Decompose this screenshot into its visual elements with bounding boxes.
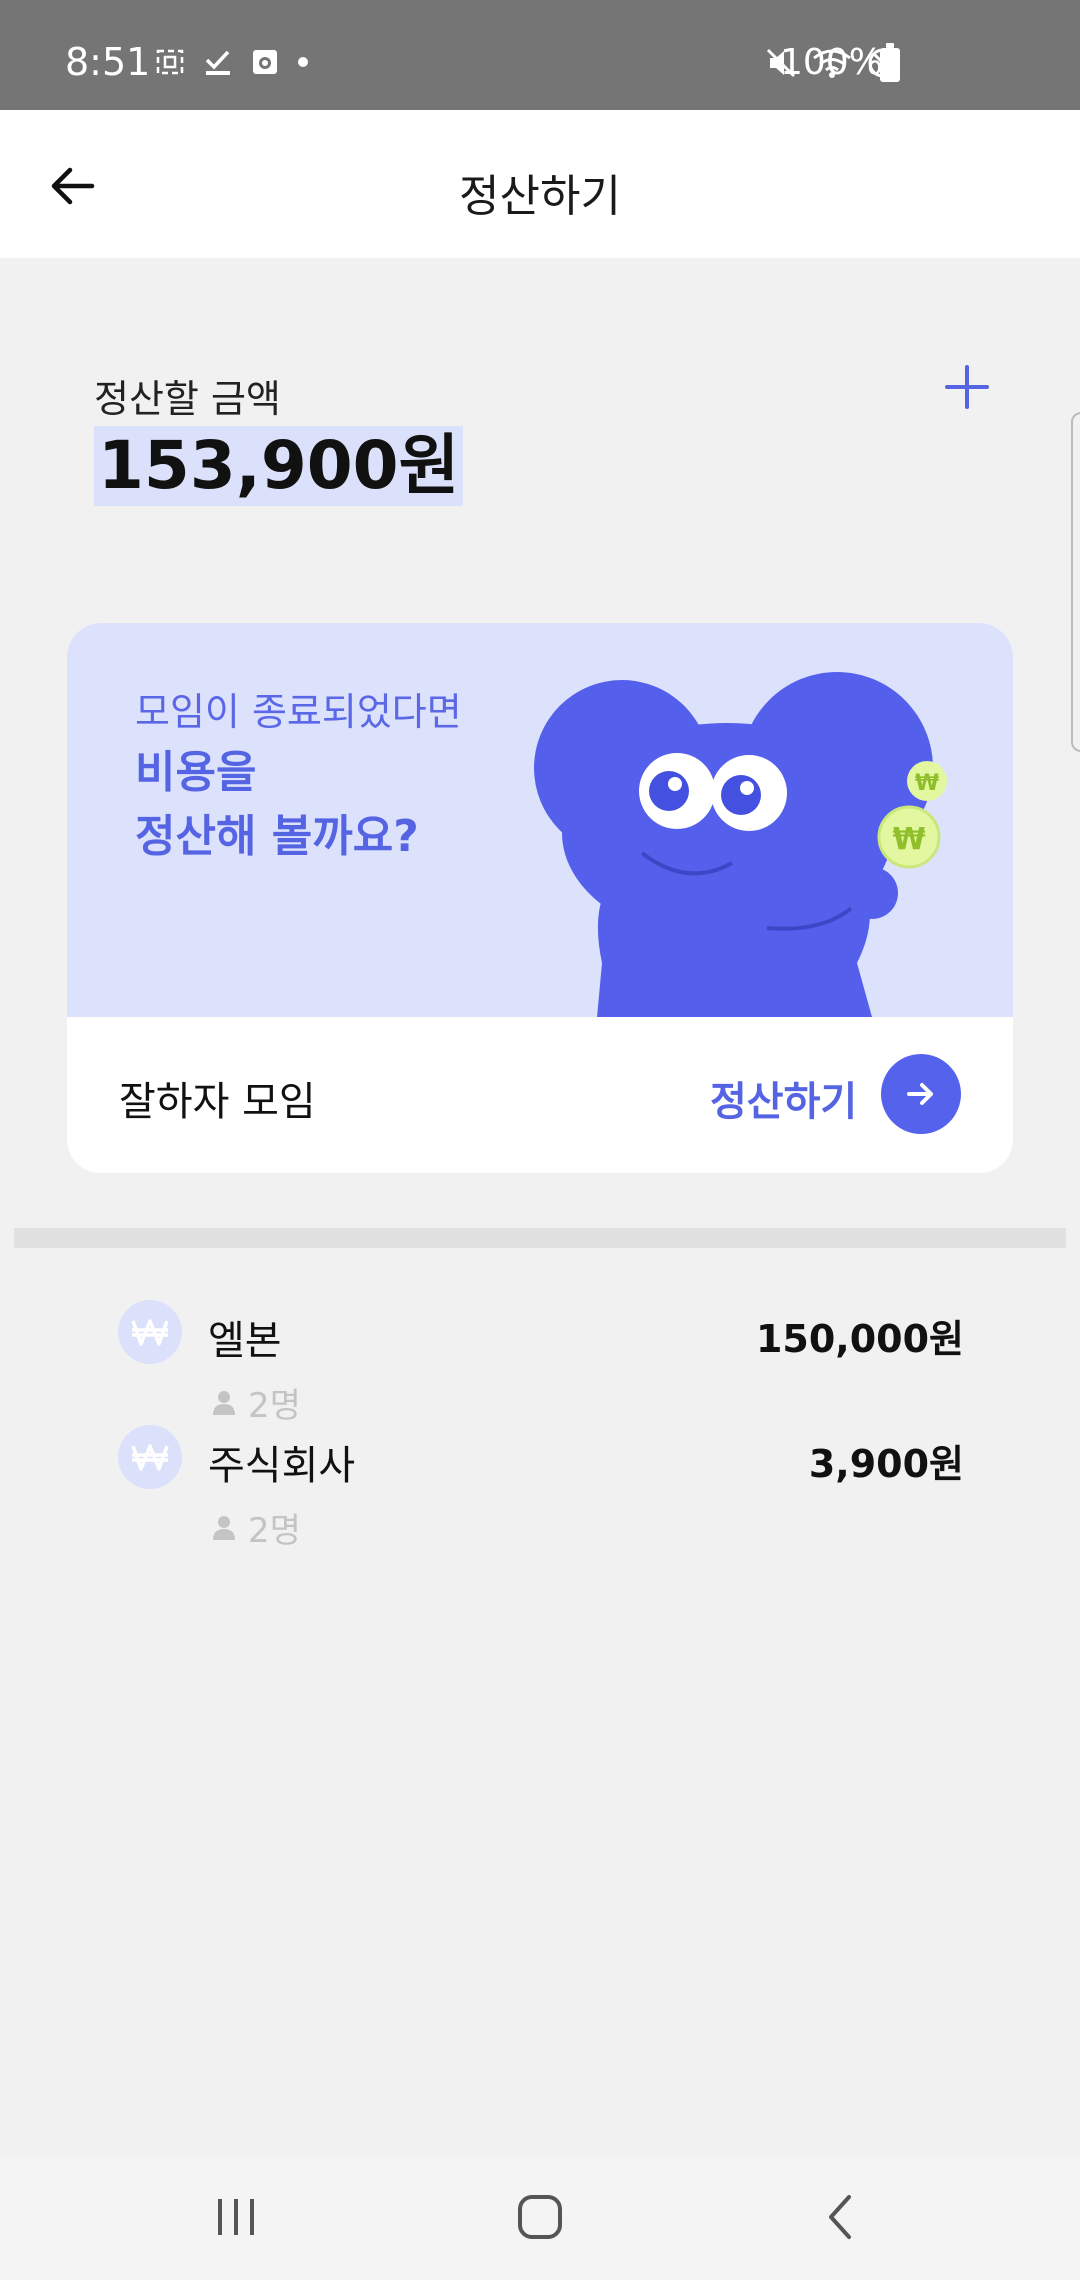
settle-arrow-button[interactable] [881,1054,961,1134]
add-expense-button[interactable] [940,360,994,414]
person-icon [213,1390,235,1415]
plus-icon [945,365,989,409]
calendar-clock-icon [253,50,277,74]
expense-name: 주식회사 [208,1443,356,1489]
svg-text:₩: ₩ [892,822,925,857]
system-back-button[interactable] [800,2185,880,2249]
banner-headline-line2: 정산해 볼까요? [135,811,419,862]
page-title: 정산하기 [459,171,621,222]
recents-icon [218,2199,254,2235]
mascot-illustration: ₩ ₩ [534,672,947,1017]
banner-headline-line1: 비용을 [135,747,257,798]
total-amount-value: 153,900원 [94,426,464,506]
member-count: 2명 [210,1378,301,1427]
expense-item[interactable]: 엘본 150,000원 2명 [118,1300,964,1426]
person-icon [213,1515,235,1540]
app-bar: 정산하기 [0,110,1080,258]
recents-button[interactable] [196,2185,276,2249]
chevron-left-icon [829,2195,851,2239]
total-amount-label: 정산할 금액 [94,377,281,421]
notification-icons [155,48,309,76]
screen-record-icon [156,49,184,75]
group-name: 잘하자 모임 [119,1079,316,1125]
dot-icon [298,57,308,67]
home-icon [518,2195,562,2239]
home-button[interactable] [500,2185,580,2249]
won-icon [118,1300,182,1364]
banner-subtitle: 모임이 종료되었다면 [135,690,462,734]
system-nav-bar [0,2155,1080,2280]
expense-amount: 3,900원 [808,1442,964,1486]
task-check-icon [205,50,230,75]
member-count-text: 2명 [248,1511,301,1551]
member-count-text: 2명 [248,1386,301,1426]
expense-name: 엘본 [208,1318,282,1364]
battery-icon [880,43,900,82]
section-divider [14,1228,1066,1248]
scroll-indicator[interactable] [1071,412,1080,752]
won-icon [118,1425,182,1489]
svg-text:₩: ₩ [915,771,939,796]
card-footer: 잘하자 모임 정산하기 [67,1017,1013,1173]
banner-headline: 비용을 정산해 볼까요? [135,741,419,869]
battery-percent: 100% [780,42,883,83]
status-time: 8:51 [65,40,151,84]
arrow-right-icon [907,1083,933,1105]
expense-amount: 150,000원 [755,1317,964,1361]
member-count: 2명 [210,1503,301,1552]
status-bar: 8:51 100% [0,0,1080,110]
settlement-card: 모임이 종료되었다면 비용을 정산해 볼까요? ₩ ₩ 잘하자 모임 정산하기 [67,623,1013,1173]
settle-link[interactable]: 정산하기 [710,1069,857,1127]
settlement-banner: 모임이 종료되었다면 비용을 정산해 볼까요? ₩ ₩ [67,623,1013,1017]
expense-item[interactable]: 주식회사 3,900원 2명 [118,1425,964,1551]
